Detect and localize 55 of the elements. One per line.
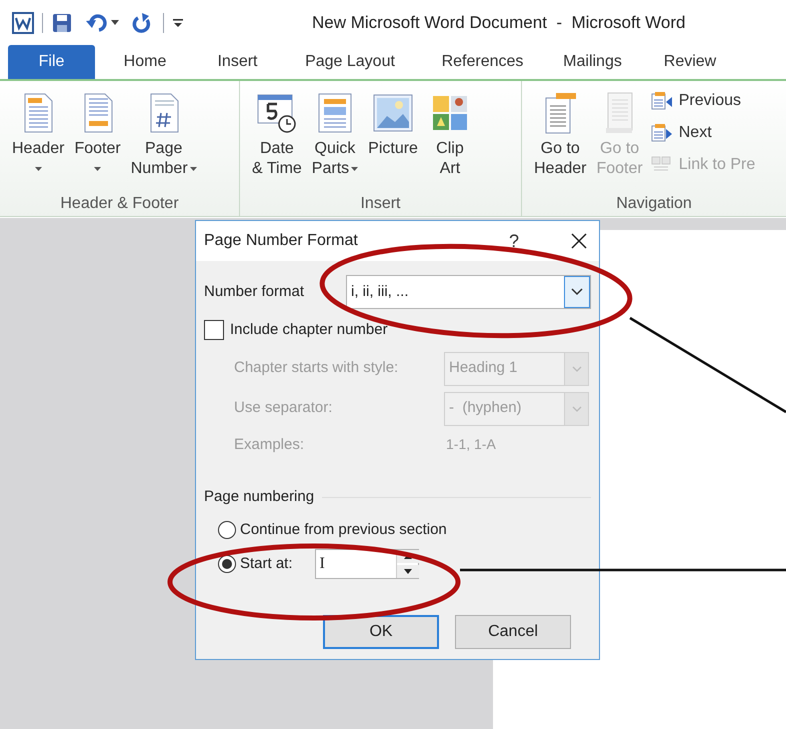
save-icon — [51, 12, 73, 34]
group-label: Header & Footer — [59, 194, 180, 214]
examples-text: 1-1, 1-A — [446, 435, 496, 454]
ribbon-button[interactable]: Page Number — [128, 87, 199, 179]
next-icon — [650, 123, 673, 143]
number-format-dropdown[interactable]: i, ii, iii, ... — [346, 275, 591, 309]
include-chapter-checkbox[interactable]: Include chapter number — [204, 319, 591, 342]
header-icon — [23, 93, 54, 133]
dialog-button[interactable]: Cancel — [455, 615, 571, 649]
ribbon-tab[interactable]: References — [420, 45, 545, 79]
page-number-icon — [148, 93, 179, 133]
dialog-button[interactable]: OK — [323, 615, 439, 649]
ribbon-tab[interactable]: Mailings — [545, 45, 640, 79]
field-label: Examples: — [234, 434, 306, 454]
file-tab[interactable]: File — [8, 45, 95, 79]
word-logo-icon — [12, 12, 34, 34]
clip-art-icon — [432, 95, 468, 131]
dropdown-arrow-icon — [111, 20, 119, 26]
group-label: Insert — [359, 194, 402, 214]
ribbon-tab[interactable]: Home — [95, 45, 195, 79]
dialog-title: Page Number Format — [204, 231, 358, 251]
chevron-down-icon — [572, 366, 582, 372]
window-title: New Microsoft Word Document - Microsoft Word — [312, 12, 686, 34]
field-label: Number format — [204, 282, 306, 302]
section-heading: Page numbering — [204, 487, 314, 507]
field-label: Use separator: — [234, 398, 334, 418]
help-button[interactable]: ? — [499, 228, 529, 254]
radio-button[interactable]: Continue from previous section — [218, 518, 447, 541]
ribbon-button[interactable]: Header — [10, 87, 66, 179]
ribbon-button[interactable]: Footer — [72, 87, 123, 179]
calendar-clock-icon — [256, 92, 297, 134]
ribbon-button[interactable]: Go to Header — [532, 87, 588, 179]
ribbon-button[interactable]: Next — [650, 121, 756, 145]
ribbon-button[interactable]: Quick Parts — [310, 87, 360, 179]
ribbon-button[interactable]: Previous — [650, 89, 756, 113]
footer-icon — [82, 93, 113, 133]
group-label: Navigation — [615, 194, 693, 214]
chevron-down-icon — [571, 288, 583, 296]
ribbon-tab[interactable]: Page Layout — [280, 45, 420, 79]
ribbon-button[interactable]: Date & Time — [250, 87, 304, 179]
radio-button[interactable]: Start at: — [218, 552, 293, 576]
ribbon-button[interactable]: Clip Art — [426, 87, 474, 179]
field-label: Chapter starts with style: — [234, 358, 400, 378]
close-button[interactable] — [569, 231, 589, 251]
undo-icon — [85, 12, 107, 34]
previous-icon — [650, 91, 673, 111]
ribbon-tab[interactable]: Insert — [195, 45, 280, 79]
start-at-spinner[interactable]: I — [314, 549, 419, 579]
customize-menu-icon — [172, 16, 184, 28]
chevron-down-icon — [572, 406, 582, 412]
redo-icon — [131, 12, 153, 34]
picture-icon — [373, 94, 414, 132]
ribbon-button[interactable]: Picture — [366, 87, 420, 179]
ribbon-tab[interactable]: Review — [640, 45, 740, 79]
document-parts-icon — [318, 93, 352, 133]
